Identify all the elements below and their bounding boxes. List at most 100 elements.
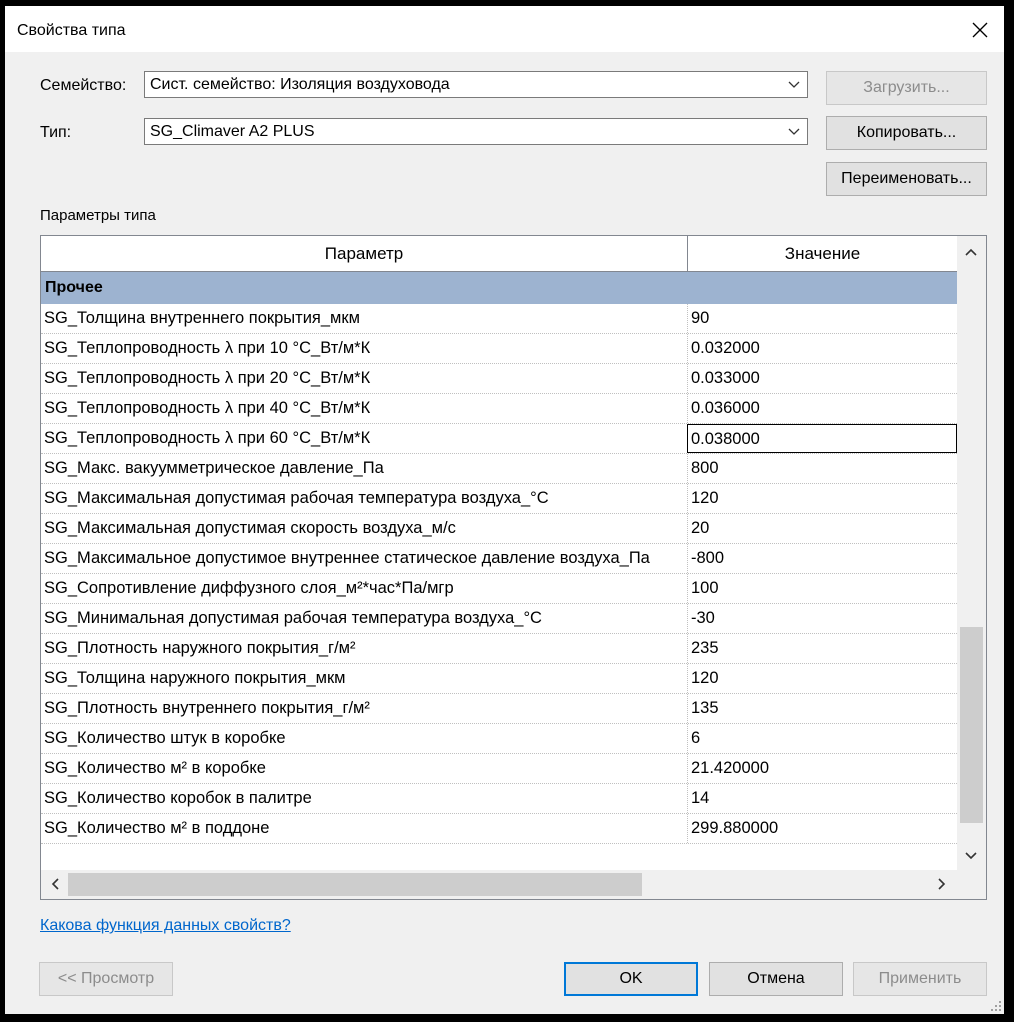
scroll-up-icon[interactable] [963, 244, 979, 260]
column-header-value[interactable]: Значение [688, 236, 957, 271]
chevron-down-icon [788, 128, 800, 135]
parameter-name: SG_Толщина наружного покрытия_мкм [44, 669, 346, 687]
parameter-name: SG_Теплопроводность λ при 60 °С_Вт/м*К [44, 429, 371, 447]
cancel-button[interactable]: Отмена [709, 962, 843, 996]
load-button[interactable]: Загрузить... [826, 71, 987, 105]
table-row[interactable]: SG_Теплопроводность λ при 40 °С_Вт/м*К 0.… [41, 394, 957, 424]
parameter-value-cell[interactable]: 6 [687, 724, 957, 753]
parameter-name: SG_Максимальная допустимая рабочая темпе… [44, 489, 549, 507]
family-combobox[interactable]: Сист. семейство: Изоляция воздуховода [144, 71, 808, 98]
table-row[interactable]: SG_Плотность наружного покрытия_г/м² 235 [41, 634, 957, 664]
parameter-name: SG_Плотность наружного покрытия_г/м² [44, 639, 356, 657]
preview-button[interactable]: << Просмотр [39, 962, 173, 996]
scroll-left-icon[interactable] [47, 876, 63, 892]
parameter-value-cell[interactable]: 0.038000 [687, 424, 957, 453]
parameter-value: 800 [691, 459, 719, 477]
table-row[interactable]: SG_Количество коробок в палитре 14 [41, 784, 957, 814]
parameter-name: SG_Минимальная допустимая рабочая темпер… [44, 609, 542, 627]
vertical-scroll-thumb[interactable] [960, 627, 983, 823]
parameter-value: 0.038000 [691, 430, 760, 448]
table-row[interactable]: SG_Минимальная допустимая рабочая темпер… [41, 604, 957, 634]
table-row[interactable]: SG_Теплопроводность λ при 20 °С_Вт/м*К 0.… [41, 364, 957, 394]
parameter-value: 135 [691, 699, 719, 717]
copy-button[interactable]: Копировать... [826, 116, 987, 150]
parameter-name: SG_Теплопроводность λ при 40 °С_Вт/м*К [44, 399, 371, 417]
parameter-value-cell[interactable]: 14 [687, 784, 957, 813]
parameter-name: SG_Количество коробок в палитре [44, 789, 312, 807]
table-row[interactable]: SG_Макс. вакуумметрическое давление_Па 80… [41, 454, 957, 484]
parameter-name: SG_Максимальная допустимая скорость возд… [44, 519, 456, 537]
parameter-value: 6 [691, 729, 701, 747]
table-row[interactable]: SG_Количество м² в коробке 21.420000 [41, 754, 957, 784]
parameter-value-cell[interactable]: 0.036000 [687, 394, 957, 423]
type-label: Тип: [40, 124, 72, 141]
vertical-scrollbar[interactable] [957, 236, 986, 870]
parameter-value-cell[interactable]: 21.420000 [687, 754, 957, 783]
table-row[interactable]: SG_Толщина внутреннего покрытия_мкм 90 [41, 304, 957, 334]
table-row[interactable]: SG_Сопротивление диффузного слоя_м²*час*… [41, 574, 957, 604]
parameter-value: -30 [691, 609, 715, 627]
parameter-value-cell[interactable]: 100 [687, 574, 957, 603]
group-header-other[interactable]: Прочее [41, 272, 957, 304]
family-label: Семейство: [40, 77, 127, 94]
table-row[interactable]: SG_Толщина наружного покрытия_мкм 120 [41, 664, 957, 694]
parameter-value: -800 [691, 549, 725, 567]
scroll-right-icon[interactable] [934, 876, 950, 892]
parameter-value-cell[interactable]: -800 [687, 544, 957, 573]
group-label: Прочее [45, 279, 103, 296]
table-row[interactable]: SG_Максимальное допустимое внутреннее ст… [41, 544, 957, 574]
parameter-value-cell[interactable]: 235 [687, 634, 957, 663]
ok-button[interactable]: OK [564, 962, 698, 996]
parameter-name: SG_Максимальное допустимое внутреннее ст… [44, 549, 650, 567]
parameter-value-cell[interactable]: 299.880000 [687, 814, 957, 843]
table-row[interactable]: SG_Теплопроводность λ при 10 °С_Вт/м*К 0.… [41, 334, 957, 364]
close-icon[interactable] [964, 14, 996, 46]
scroll-down-icon[interactable] [963, 848, 979, 864]
grid-header: Параметр Значение [41, 236, 957, 272]
table-row[interactable]: SG_Количество штук в коробке 6 [41, 724, 957, 754]
horizontal-scroll-thumb[interactable] [68, 873, 642, 896]
type-combobox[interactable]: SG_Climaver A2 PLUS [144, 118, 808, 145]
family-value: Сист. семейство: Изоляция воздуховода [150, 76, 450, 93]
parameter-value: 100 [691, 579, 719, 597]
column-header-parameter[interactable]: Параметр [41, 236, 688, 271]
parameter-value-cell[interactable]: 0.032000 [687, 334, 957, 363]
parameter-name: SG_Количество м² в поддоне [44, 819, 270, 837]
chevron-down-icon [788, 81, 800, 88]
grid-rows: SG_Толщина внутреннего покрытия_мкм 90 SG_… [41, 304, 957, 844]
parameter-value-cell[interactable]: 135 [687, 694, 957, 723]
table-row[interactable]: SG_Максимальная допустимая рабочая темпе… [41, 484, 957, 514]
type-parameters-label: Параметры типа [40, 207, 156, 224]
table-row[interactable]: SG_Максимальная допустимая скорость возд… [41, 514, 957, 544]
type-properties-dialog: Свойства типа Семейство: Сист. семейство… [5, 6, 1004, 1014]
parameter-value-cell[interactable]: 0.033000 [687, 364, 957, 393]
parameter-value: 0.033000 [691, 369, 760, 387]
parameter-value-cell[interactable]: 800 [687, 454, 957, 483]
parameter-name: SG_Количество штук в коробке [44, 729, 286, 747]
resize-grip-icon[interactable] [990, 1000, 1002, 1012]
parameter-name: SG_Теплопроводность λ при 10 °С_Вт/м*К [44, 339, 371, 357]
parameters-grid: Параметр Значение Прочее SG_Толщина внут… [40, 235, 987, 900]
parameter-name: SG_Сопротивление диффузного слоя_м²*час*… [44, 579, 454, 597]
parameter-value-cell[interactable]: 90 [687, 304, 957, 333]
parameter-value-cell[interactable]: 120 [687, 664, 957, 693]
table-row[interactable]: SG_Количество м² в поддоне 299.880000 [41, 814, 957, 844]
parameter-value-cell[interactable]: 20 [687, 514, 957, 543]
help-link[interactable]: Какова функция данных свойств? [40, 917, 291, 935]
apply-button[interactable]: Применить [853, 962, 987, 996]
parameter-value: 120 [691, 489, 719, 507]
parameter-value-cell[interactable]: 120 [687, 484, 957, 513]
rename-button[interactable]: Переименовать... [826, 162, 987, 196]
parameter-name: SG_Количество м² в коробке [44, 759, 266, 777]
parameter-value: 0.032000 [691, 339, 760, 357]
horizontal-scrollbar[interactable] [41, 870, 986, 899]
parameter-value: 20 [691, 519, 710, 537]
parameter-value-cell[interactable]: -30 [687, 604, 957, 633]
parameter-name: SG_Макс. вакуумметрическое давление_Па [44, 459, 384, 477]
table-row[interactable]: SG_Теплопроводность λ при 60 °С_Вт/м*К 0.… [41, 424, 957, 454]
dialog-title: Свойства типа [17, 22, 126, 39]
title-bar: Свойства типа [5, 6, 1004, 52]
table-row[interactable]: SG_Плотность внутреннего покрытия_г/м² 13… [41, 694, 957, 724]
parameter-value: 299.880000 [691, 819, 779, 837]
parameter-name: SG_Плотность внутреннего покрытия_г/м² [44, 699, 370, 717]
